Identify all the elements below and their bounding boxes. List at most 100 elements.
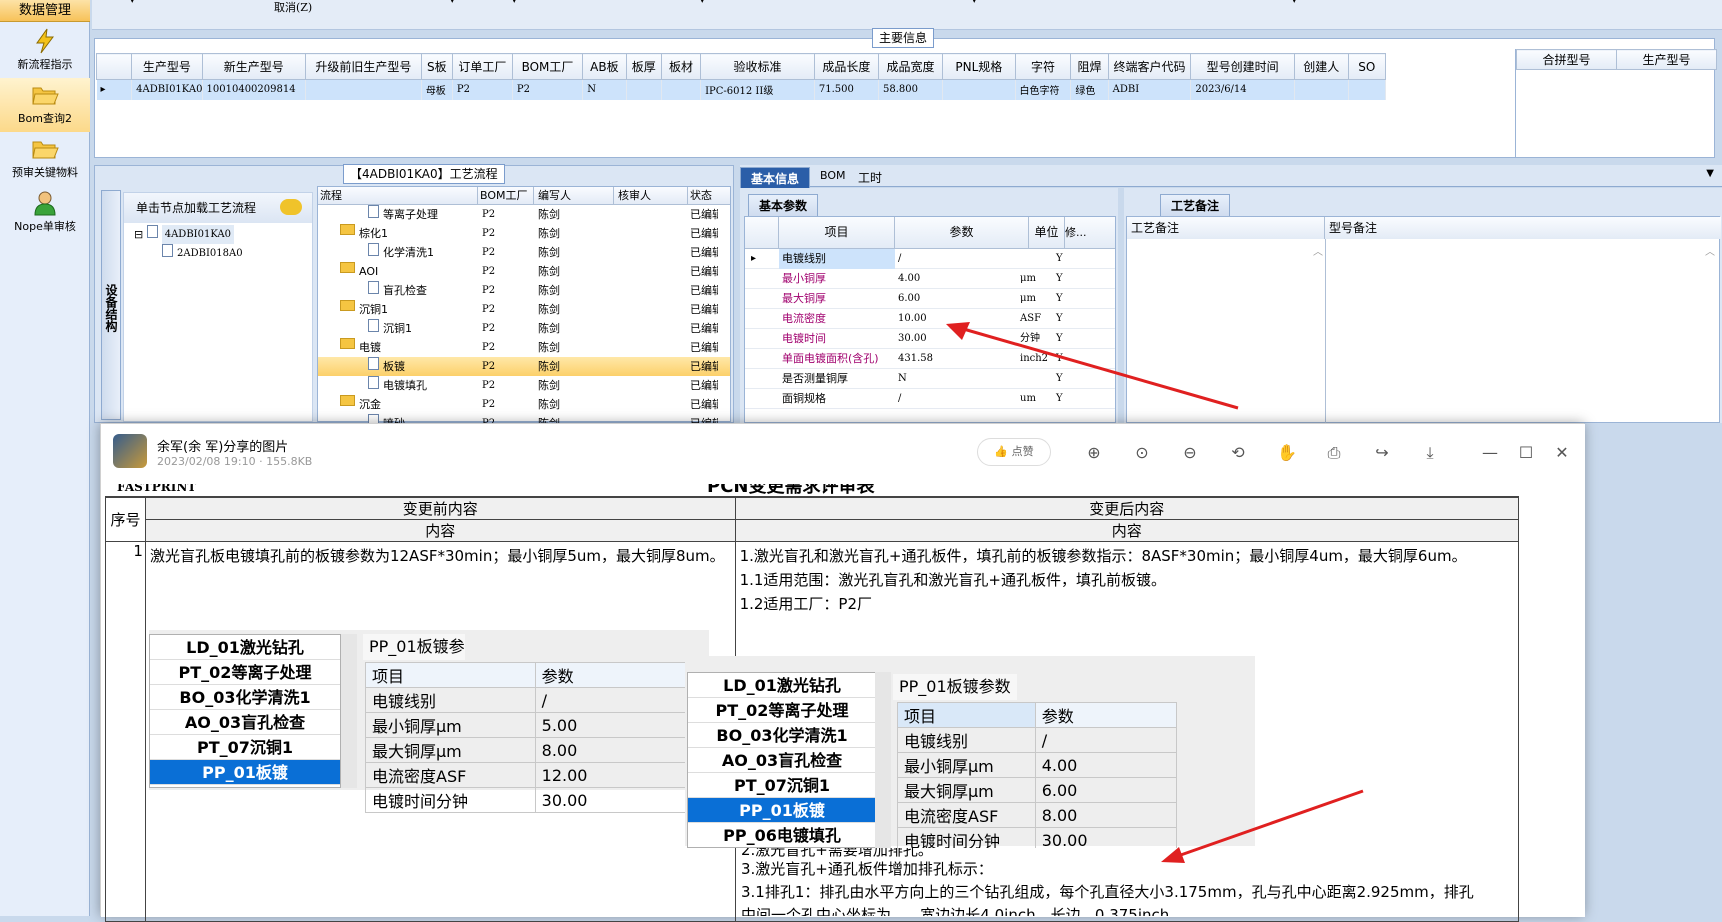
- zoom-out-icon[interactable]: ⊖: [1181, 444, 1199, 462]
- column-header[interactable]: 合拼型号: [1516, 49, 1617, 70]
- table-cell[interactable]: [626, 79, 662, 100]
- column-header[interactable]: 板材: [660, 53, 702, 80]
- remarks-header[interactable]: 工艺备注: [1127, 217, 1325, 239]
- scrollbar[interactable]: [875, 672, 891, 848]
- column-header[interactable]: 流程: [318, 187, 478, 204]
- table-cell[interactable]: 母板: [421, 79, 453, 100]
- param-row[interactable]: 最大铜厚 6.00 μm Y: [745, 289, 1115, 309]
- table-cell[interactable]: [942, 79, 1016, 100]
- download-icon[interactable]: ⤓: [1421, 444, 1439, 462]
- column-header[interactable]: 字符: [1014, 53, 1072, 80]
- hand-icon[interactable]: ✋: [1277, 444, 1297, 462]
- column-header[interactable]: 项目: [779, 217, 895, 248]
- tree-node[interactable]: ⊟ 4ADBI01KA0: [124, 225, 312, 244]
- cancel-button[interactable]: 取消(Z): [274, 0, 312, 15]
- column-header[interactable]: 生产型号: [1616, 49, 1717, 70]
- param-value[interactable]: 4.00: [895, 269, 1017, 289]
- share-icon[interactable]: ↪: [1373, 444, 1391, 462]
- chevron-down-icon[interactable]: ▾: [1292, 0, 1297, 6]
- param-value[interactable]: /: [895, 249, 1017, 269]
- minimize-icon[interactable]: —: [1481, 444, 1499, 462]
- column-header[interactable]: S板: [420, 53, 453, 80]
- tree-node[interactable]: 2ADBI018A0: [124, 244, 312, 263]
- rotate-icon[interactable]: ⟲: [1229, 444, 1247, 462]
- scroll-up-icon[interactable]: ︿: [1705, 243, 1715, 258]
- table-cell[interactable]: IPC-6012 II级: [700, 79, 815, 100]
- column-header[interactable]: 编写人: [534, 187, 614, 204]
- sidebar-header[interactable]: 数据管理: [0, 0, 90, 22]
- flow-row[interactable]: 盲孔检查 P2 陈剑 已编辑: [318, 281, 730, 300]
- table-cell[interactable]: 10010400209814: [202, 79, 306, 100]
- tab-equipment-structure[interactable]: 设备结构: [101, 190, 121, 420]
- column-header[interactable]: 生产型号: [131, 53, 203, 80]
- column-header[interactable]: 参数: [895, 217, 1029, 248]
- column-header[interactable]: 状态: [688, 187, 718, 204]
- zoom-in-icon[interactable]: ⊕: [1085, 444, 1103, 462]
- print-icon[interactable]: ⎙: [1325, 444, 1343, 462]
- flow-row[interactable]: 等离子处理 P2 陈剑 已编辑: [318, 205, 730, 224]
- table-cell[interactable]: N: [582, 79, 627, 100]
- flow-row[interactable]: 电镀 P2 陈剑 已编辑: [318, 338, 730, 357]
- column-header[interactable]: 修...: [1065, 217, 1089, 248]
- table-cell[interactable]: 58.800: [878, 79, 944, 100]
- param-row[interactable]: 最小铜厚 4.00 μm Y: [745, 269, 1115, 289]
- column-header[interactable]: 升级前旧生产型号: [304, 53, 422, 80]
- chevron-down-icon[interactable]: ▾: [512, 0, 517, 6]
- column-header[interactable]: BOM工厂: [478, 187, 534, 204]
- tab-bom[interactable]: BOM: [820, 169, 846, 182]
- column-header[interactable]: 核审人: [614, 187, 688, 204]
- flow-row[interactable]: 沉铜1 P2 陈剑 已编辑: [318, 300, 730, 319]
- chevron-down-icon[interactable]: ▾: [700, 0, 705, 6]
- flow-row[interactable]: 沉金 P2 陈剑 已编辑: [318, 395, 730, 414]
- flow-row[interactable]: 沉铜1 P2 陈剑 已编辑: [318, 319, 730, 338]
- close-icon[interactable]: ✕: [1553, 444, 1571, 462]
- chevron-down-icon[interactable]: ▾: [130, 0, 135, 6]
- scroll-up-icon[interactable]: ︿: [1313, 243, 1323, 258]
- table-cell[interactable]: 绿色: [1070, 79, 1109, 100]
- like-button[interactable]: 👍 点赞: [977, 438, 1051, 466]
- tab-work-hours[interactable]: 工时: [858, 169, 882, 186]
- sidebar-item-key-material[interactable]: 预审关键物料: [0, 132, 90, 186]
- table-cell[interactable]: P2: [452, 79, 513, 100]
- column-header[interactable]: 单位: [1029, 217, 1065, 248]
- sidebar-item-new-flow[interactable]: 新流程指示: [0, 24, 90, 78]
- flow-row[interactable]: 电镀填孔 P2 陈剑 已编辑: [318, 376, 730, 395]
- chevron-down-icon[interactable]: ▾: [972, 0, 977, 6]
- column-header[interactable]: 板厚: [625, 53, 662, 80]
- column-header[interactable]: 型号创建时间: [1190, 53, 1295, 80]
- chevron-down-icon[interactable]: ▼: [1706, 168, 1714, 179]
- chevron-down-icon[interactable]: ▾: [450, 0, 455, 6]
- column-header[interactable]: 验收标准: [700, 53, 815, 80]
- column-header[interactable]: 订单工厂: [451, 53, 513, 80]
- table-cell[interactable]: [305, 79, 422, 100]
- table-cell[interactable]: [1348, 79, 1387, 100]
- table-cell[interactable]: [661, 79, 702, 100]
- table-row[interactable]: ▸ 4ADBI01KA0 10010400209814 母板 P2 P2 N I…: [96, 79, 1387, 100]
- column-header[interactable]: PNL规格: [942, 53, 1016, 80]
- flow-row[interactable]: AOI P2 陈剑 已编辑: [318, 262, 730, 281]
- column-header[interactable]: 成品长度: [813, 53, 880, 80]
- table-cell[interactable]: 71.500: [814, 79, 880, 100]
- model-remarks-header[interactable]: 型号备注: [1325, 217, 1721, 239]
- column-header[interactable]: AB板: [582, 53, 627, 80]
- column-header[interactable]: BOM工厂: [511, 53, 584, 80]
- table-cell[interactable]: 2023/6/14: [1190, 79, 1295, 100]
- table-cell[interactable]: ADBI: [1108, 79, 1192, 100]
- column-header[interactable]: SO: [1347, 53, 1387, 80]
- column-header[interactable]: 阻焊: [1070, 53, 1109, 80]
- column-header[interactable]: 成品宽度: [877, 53, 944, 80]
- param-value[interactable]: 6.00: [895, 289, 1017, 309]
- sidebar-item-nope-review[interactable]: Nope单审核: [0, 186, 90, 240]
- comment-icon[interactable]: [280, 199, 302, 215]
- column-header[interactable]: 创建人: [1293, 53, 1349, 80]
- table-cell[interactable]: 4ADBI01KA0: [131, 79, 203, 100]
- flow-row[interactable]: 化学清洗1 P2 陈剑 已编辑: [318, 243, 730, 262]
- param-row[interactable]: ▸ 电镀线别 / Y: [745, 249, 1115, 269]
- actual-size-icon[interactable]: ⊙: [1133, 444, 1151, 462]
- column-header[interactable]: 新生产型号: [201, 53, 306, 80]
- table-cell[interactable]: 白色字符: [1015, 79, 1072, 100]
- table-cell[interactable]: [1294, 79, 1349, 100]
- scrollbar[interactable]: [341, 634, 357, 788]
- table-cell[interactable]: P2: [512, 79, 584, 100]
- maximize-icon[interactable]: ☐: [1517, 444, 1535, 462]
